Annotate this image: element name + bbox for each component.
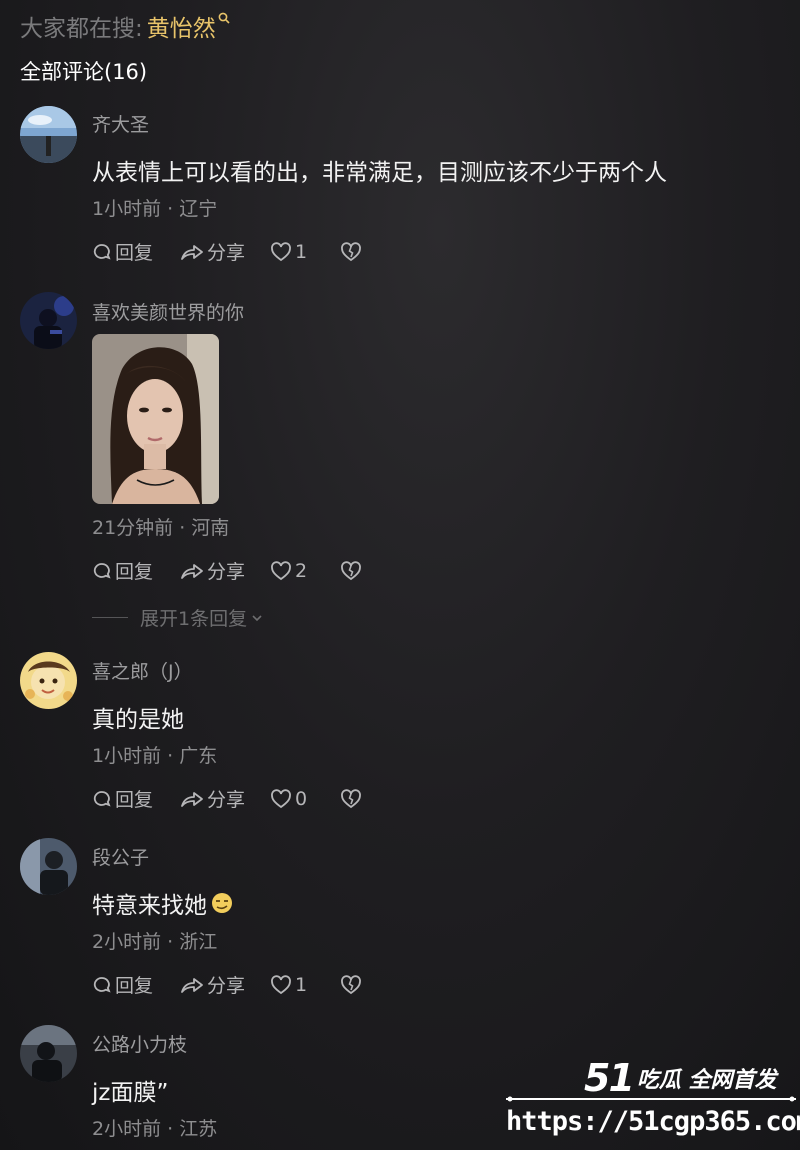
reply-label: 回复 [115, 242, 154, 264]
comment-actions: 回复 分享 0 [92, 785, 362, 812]
reply-button[interactable]: 回复 [92, 971, 180, 998]
comment-username[interactable]: 段公子 [92, 843, 149, 870]
share-button[interactable]: 分享 [180, 238, 270, 265]
avatar[interactable] [20, 106, 77, 163]
reply-label: 回复 [115, 789, 154, 811]
share-button[interactable]: 分享 [180, 785, 270, 812]
avatar[interactable] [20, 838, 77, 895]
comment-meta: 2小时前 · 江苏 [92, 1118, 218, 1140]
share-icon [181, 791, 203, 807]
reply-label: 回复 [115, 975, 154, 997]
share-label: 分享 [207, 561, 246, 583]
reply-icon [93, 243, 111, 260]
reply-button[interactable]: 回复 [92, 238, 180, 265]
comment-text-row: 特意来找她 [92, 886, 234, 920]
expand-replies-label: 展开1条回复 [140, 608, 248, 630]
search-suggestion-term[interactable]: 黄怡然 [147, 9, 216, 43]
share-button[interactable]: 分享 [180, 971, 270, 998]
dislike-button[interactable] [340, 974, 362, 995]
heart-icon [271, 241, 291, 261]
like-button[interactable]: 2 [270, 560, 340, 582]
watermark-url: https://51cgp365.com [506, 1106, 800, 1137]
watermark-brand-number: 51 [584, 1056, 635, 1100]
comment-page: 大家都在搜: 黄怡然 全部评论(16) 齐大圣 从表情上可以看的出，非常满足，目… [0, 0, 800, 1150]
comment-username[interactable]: 公路小力枝 [92, 1030, 187, 1057]
comment-text: jz面膜” [92, 1080, 169, 1106]
comment-text: 特意来找她 [92, 893, 207, 919]
broken-heart-icon [341, 241, 361, 261]
heart-icon [271, 788, 291, 808]
share-icon [181, 244, 203, 260]
heart-icon [271, 560, 291, 580]
like-button[interactable]: 1 [270, 974, 340, 996]
comment-meta: 1小时前 · 广东 [92, 745, 218, 767]
like-count: 1 [295, 973, 308, 996]
reply-icon [93, 976, 111, 993]
comment-text: 真的是她 [92, 707, 184, 733]
share-label: 分享 [207, 975, 246, 997]
emoji-smirk-icon [212, 893, 232, 913]
comment-actions: 回复 分享 2 [92, 557, 362, 584]
like-count: 1 [295, 240, 308, 263]
comment-image[interactable] [92, 334, 219, 504]
expand-divider [92, 617, 128, 618]
like-count: 0 [295, 787, 308, 810]
comment-actions: 回复 分享 1 [92, 971, 362, 998]
search-suggestion[interactable]: 大家都在搜: 黄怡然 [20, 10, 231, 42]
comment-meta: 2小时前 · 浙江 [92, 931, 218, 953]
like-button[interactable]: 1 [270, 241, 340, 263]
dislike-button[interactable] [340, 788, 362, 809]
like-count: 2 [295, 559, 308, 582]
comment-meta: 1小时前 · 辽宁 [92, 198, 218, 220]
comment-text: 从表情上可以看的出，非常满足，目测应该不少于两个人 [92, 160, 667, 186]
dislike-button[interactable] [340, 241, 362, 262]
avatar[interactable] [20, 292, 77, 349]
share-icon [181, 563, 203, 579]
search-suggestion-prefix: 大家都在搜: [20, 16, 143, 42]
like-button[interactable]: 0 [270, 788, 340, 810]
avatar[interactable] [20, 652, 77, 709]
comment-actions: 回复 分享 1 [92, 238, 362, 265]
share-icon [181, 977, 203, 993]
broken-heart-icon [341, 788, 361, 808]
share-button[interactable]: 分享 [180, 557, 270, 584]
avatar[interactable] [20, 1025, 77, 1082]
broken-heart-icon [341, 974, 361, 994]
reply-button[interactable]: 回复 [92, 557, 180, 584]
watermark-logo: 51 吃瓜 全网首发 [584, 1056, 777, 1100]
watermark: 51 吃瓜 全网首发 https://51cgp365.com [500, 1050, 800, 1150]
broken-heart-icon [341, 560, 361, 580]
comment-username[interactable]: 齐大圣 [92, 110, 149, 137]
comment-meta: 21分钟前 · 河南 [92, 517, 230, 539]
reply-label: 回复 [115, 561, 154, 583]
watermark-divider [506, 1096, 796, 1102]
dislike-button[interactable] [340, 560, 362, 581]
share-label: 分享 [207, 242, 246, 264]
comment-username[interactable]: 喜之郎（J） [92, 657, 193, 684]
comments-count-header: 全部评论(16) [20, 60, 148, 84]
reply-button[interactable]: 回复 [92, 785, 180, 812]
search-icon[interactable] [218, 12, 231, 40]
share-label: 分享 [207, 789, 246, 811]
reply-icon [93, 562, 111, 579]
watermark-brand-text: 吃瓜 全网首发 [636, 1068, 777, 1093]
chevron-down-icon [252, 614, 262, 621]
reply-icon [93, 790, 111, 807]
heart-icon [271, 974, 291, 994]
comment-username[interactable]: 喜欢美颜世界的你 [92, 298, 244, 325]
expand-replies-button[interactable]: 展开1条回复 [92, 604, 264, 631]
